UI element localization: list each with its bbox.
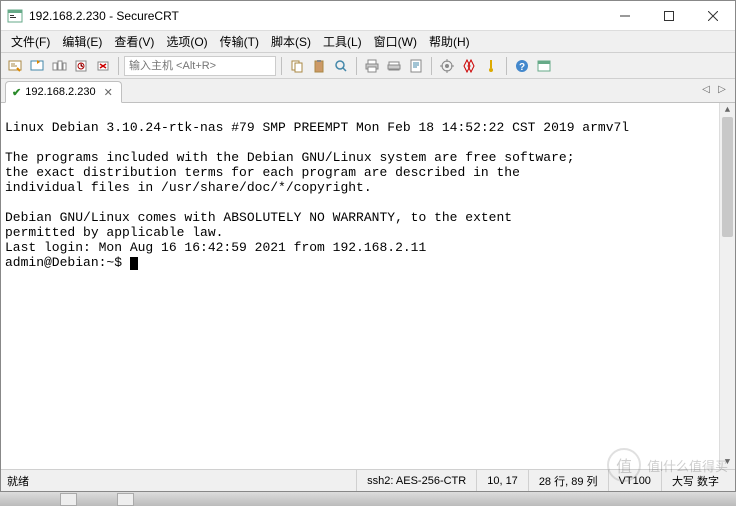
global-options-icon[interactable] (459, 56, 479, 76)
separator (506, 57, 507, 75)
scroll-up-icon[interactable]: ▲ (720, 103, 735, 117)
close-button[interactable] (691, 2, 735, 30)
status-caps: 大写 数字 (661, 470, 729, 491)
separator (118, 57, 119, 75)
tabbar: ✔ 192.168.2.230 ✕ ◁ ▷ (1, 79, 735, 103)
menu-transfer[interactable]: 传输(T) (214, 31, 265, 52)
copy-icon[interactable] (287, 56, 307, 76)
keymap-icon[interactable] (481, 56, 501, 76)
terminal-line: The programs included with the Debian GN… (5, 150, 575, 165)
menu-window[interactable]: 窗口(W) (368, 31, 423, 52)
print-icon[interactable] (362, 56, 382, 76)
terminal-line: individual files in /usr/share/doc/*/cop… (5, 180, 372, 195)
paste-icon[interactable] (309, 56, 329, 76)
status-cursor: 10, 17 (476, 470, 528, 491)
tab-prev-icon[interactable]: ◁ (699, 82, 713, 96)
scrollbar[interactable]: ▲ ▼ (719, 103, 735, 469)
connected-icon: ✔ (12, 86, 21, 99)
bg-fragment (60, 493, 77, 506)
tab-bar-icon[interactable] (49, 56, 69, 76)
menu-options[interactable]: 选项(O) (160, 31, 213, 52)
securecrt-icon[interactable] (534, 56, 554, 76)
print-screen-icon[interactable] (384, 56, 404, 76)
status-protocol: ssh2: AES-256-CTR (356, 470, 476, 491)
status-size: 28 行, 89 列 (528, 470, 608, 491)
connect-icon[interactable] (5, 56, 25, 76)
menubar: 文件(F) 编辑(E) 查看(V) 选项(O) 传输(T) 脚本(S) 工具(L… (1, 31, 735, 53)
host-input[interactable] (124, 56, 276, 76)
disconnect-icon[interactable] (93, 56, 113, 76)
terminal-line: permitted by applicable law. (5, 225, 223, 240)
separator (431, 57, 432, 75)
menu-help[interactable]: 帮助(H) (423, 31, 476, 52)
properties-icon[interactable] (406, 56, 426, 76)
tab-label: 192.168.2.230 (25, 86, 95, 98)
terminal[interactable]: Linux Debian 3.10.24-rtk-nas #79 SMP PRE… (1, 103, 735, 469)
terminal-prompt: admin@Debian:~$ (5, 255, 130, 270)
menu-view[interactable]: 查看(V) (108, 31, 160, 52)
menu-script[interactable]: 脚本(S) (265, 31, 317, 52)
tab-next-icon[interactable]: ▷ (715, 82, 729, 96)
minimize-button[interactable] (603, 2, 647, 30)
tab-close-icon[interactable]: ✕ (104, 86, 113, 99)
help-icon[interactable]: ? (512, 56, 532, 76)
scroll-down-icon[interactable]: ▼ (720, 455, 735, 469)
reconnect-icon[interactable] (71, 56, 91, 76)
cursor (130, 257, 138, 270)
svg-text:?: ? (519, 62, 525, 73)
find-icon[interactable] (331, 56, 351, 76)
terminal-line: Debian GNU/Linux comes with ABSOLUTELY N… (5, 210, 512, 225)
app-icon (7, 8, 23, 24)
toolbar: ? (1, 53, 735, 79)
scroll-thumb[interactable] (722, 117, 733, 237)
status-term: VT100 (608, 470, 661, 491)
background-strip (0, 492, 736, 506)
session-tab[interactable]: ✔ 192.168.2.230 ✕ (5, 81, 122, 103)
bg-fragment (117, 493, 134, 506)
separator (356, 57, 357, 75)
status-ready: 就绪 (7, 470, 39, 491)
window-title: 192.168.2.230 - SecureCRT (29, 9, 603, 23)
quick-connect-icon[interactable] (27, 56, 47, 76)
menu-file[interactable]: 文件(F) (5, 31, 56, 52)
tab-nav: ◁ ▷ (699, 82, 729, 96)
statusbar: 就绪 ssh2: AES-256-CTR 10, 17 28 行, 89 列 V… (1, 469, 735, 491)
session-options-icon[interactable] (437, 56, 457, 76)
titlebar: 192.168.2.230 - SecureCRT (1, 1, 735, 31)
terminal-line: the exact distribution terms for each pr… (5, 165, 520, 180)
maximize-button[interactable] (647, 2, 691, 30)
menu-edit[interactable]: 编辑(E) (56, 31, 108, 52)
terminal-line: Linux Debian 3.10.24-rtk-nas #79 SMP PRE… (5, 120, 629, 135)
terminal-line: Last login: Mon Aug 16 16:42:59 2021 fro… (5, 240, 426, 255)
separator (281, 57, 282, 75)
app-window: 192.168.2.230 - SecureCRT 文件(F) 编辑(E) 查看… (0, 0, 736, 492)
menu-tools[interactable]: 工具(L) (317, 31, 368, 52)
